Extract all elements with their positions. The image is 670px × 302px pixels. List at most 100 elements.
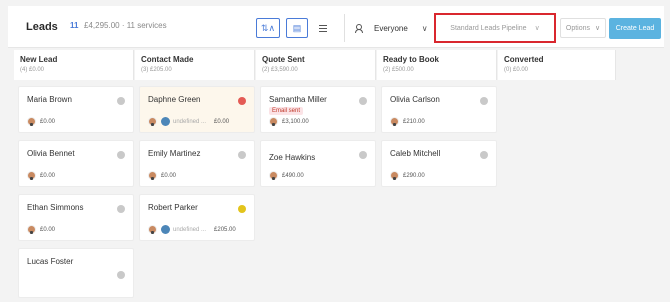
lead-card[interactable]: Olivia Carlson £210.00 <box>381 86 497 133</box>
lead-card[interactable]: Caleb Mitchell £290.00 <box>381 140 497 187</box>
lead-card[interactable]: Maria Brown £0.00 <box>18 86 134 133</box>
info-icon[interactable] <box>238 151 246 159</box>
options-label: Options <box>565 24 590 32</box>
person-icon <box>354 24 363 33</box>
create-lead-button[interactable]: Create Lead <box>609 18 661 39</box>
card-footer: £490.00 <box>269 171 304 180</box>
column-summary: (0) £0.00 <box>504 67 529 73</box>
assignee-name: undefined ... <box>173 226 207 233</box>
lead-card[interactable]: Ethan Simmons £0.00 <box>18 194 134 241</box>
lead-name: Samantha Miller <box>269 95 327 104</box>
lead-name: Zoe Hawkins <box>269 153 316 162</box>
info-icon[interactable] <box>117 97 125 105</box>
top-bar: Leads 11 £4,295.00 · 11 services ⇅∧ ▤ Ev… <box>8 6 664 48</box>
pipeline-dropdown[interactable]: Standard Leads Pipeline ∨ <box>434 13 556 43</box>
lead-card[interactable]: Emily Martinez £0.00 <box>139 140 255 187</box>
avatar <box>390 117 399 126</box>
lead-amount: £0.00 <box>214 118 230 125</box>
avatar <box>269 117 278 126</box>
column-contact-made: Contact Made (3) £205.00 <box>135 50 255 80</box>
sort-button[interactable]: ⇅∧ <box>256 18 280 38</box>
card-footer: undefined ... £0.00 <box>148 117 229 126</box>
lead-amount: £0.00 <box>40 172 56 179</box>
lead-card[interactable]: Samantha Miller Email sent £3,100.00 <box>260 86 376 133</box>
info-icon[interactable] <box>359 97 367 105</box>
scrollbar[interactable] <box>658 48 664 302</box>
column-summary: (3) £205.00 <box>141 67 172 73</box>
lead-amount: £0.00 <box>40 118 56 125</box>
card-footer: £0.00 <box>27 171 55 180</box>
avatar <box>148 171 157 180</box>
column-quote-sent: Quote Sent (2) £3,590.00 <box>256 50 376 80</box>
warning-icon[interactable] <box>238 205 246 213</box>
avatar <box>269 171 278 180</box>
lead-name: Robert Parker <box>148 203 198 212</box>
sort-icon: ⇅∧ <box>260 22 276 33</box>
alert-icon[interactable] <box>238 97 246 105</box>
card-footer: £210.00 <box>390 117 425 126</box>
chevron-down-icon: ∨ <box>595 25 601 32</box>
assignee-avatar <box>161 117 170 126</box>
column-summary: (2) £3,590.00 <box>262 67 298 73</box>
lead-name: Maria Brown <box>27 95 72 104</box>
lead-card[interactable]: Robert Parker undefined ... £205.00 <box>139 194 255 241</box>
list-view-button[interactable] <box>314 18 332 38</box>
card-footer: £0.00 <box>148 171 176 180</box>
column-title: New Lead <box>20 55 58 64</box>
lead-card[interactable]: Lucas Foster <box>18 248 134 298</box>
info-icon[interactable] <box>480 97 488 105</box>
column-ready-to-book: Ready to Book (2) £500.00 <box>377 50 497 80</box>
avatar <box>27 171 36 180</box>
user-filter-dropdown[interactable]: Everyone ∨ <box>348 18 434 38</box>
lead-card[interactable]: Olivia Bennet £0.00 <box>18 140 134 187</box>
page-title: Leads <box>26 21 58 33</box>
lead-amount: £210.00 <box>403 118 425 125</box>
column-title: Ready to Book <box>383 55 440 64</box>
lead-card[interactable]: Zoe Hawkins £490.00 <box>260 140 376 187</box>
column-summary: (4) £0.00 <box>20 67 45 73</box>
status-badge: Email sent <box>269 107 304 115</box>
chevron-down-icon: ∨ <box>534 25 540 32</box>
lead-card[interactable]: Daphne Green undefined ... £0.00 <box>139 86 255 133</box>
lead-amount: £0.00 <box>161 172 177 179</box>
avatar <box>148 117 157 126</box>
lead-amount: £205.00 <box>214 226 236 233</box>
info-icon[interactable] <box>359 151 367 159</box>
lead-amount: £290.00 <box>403 172 425 179</box>
column-title: Converted <box>504 55 544 64</box>
lead-name: Ethan Simmons <box>27 203 84 212</box>
column-converted: Converted (0) £0.00 <box>498 50 616 80</box>
leads-summary: £4,295.00 · 11 services <box>84 21 167 30</box>
lead-name: Olivia Bennet <box>27 149 75 158</box>
info-icon[interactable] <box>117 205 125 213</box>
avatar <box>390 171 399 180</box>
column-title: Contact Made <box>141 55 194 64</box>
card-footer: £0.00 <box>27 117 55 126</box>
assignee-avatar <box>161 225 170 234</box>
avatar <box>148 225 157 234</box>
toolbar-divider <box>344 14 345 42</box>
lead-name: Lucas Foster <box>27 257 74 266</box>
info-icon[interactable] <box>117 271 125 279</box>
assignee-name: undefined ... <box>173 118 207 125</box>
lead-amount: £490.00 <box>282 172 304 179</box>
card-footer: undefined ... £205.00 <box>148 225 236 234</box>
chevron-down-icon: ∨ <box>421 23 428 33</box>
card-footer: £0.00 <box>27 225 55 234</box>
kanban-board: New Lead (4) £0.00 Contact Made (3) £205… <box>8 48 664 302</box>
lead-name: Daphne Green <box>148 95 201 104</box>
pipeline-label: Standard Leads Pipeline <box>450 24 527 32</box>
lead-amount: £0.00 <box>40 226 56 233</box>
options-dropdown[interactable]: Options ∨ <box>560 18 606 38</box>
info-icon[interactable] <box>480 151 488 159</box>
card-footer: £3,100.00 <box>269 117 309 126</box>
column-summary: (2) £500.00 <box>383 67 414 73</box>
board-view-icon: ▤ <box>292 22 302 33</box>
column-title: Quote Sent <box>262 55 305 64</box>
column-new-lead: New Lead (4) £0.00 <box>14 50 134 80</box>
avatar <box>27 225 36 234</box>
list-icon <box>319 24 327 26</box>
info-icon[interactable] <box>117 151 125 159</box>
avatar <box>27 117 36 126</box>
board-view-button[interactable]: ▤ <box>286 18 308 38</box>
